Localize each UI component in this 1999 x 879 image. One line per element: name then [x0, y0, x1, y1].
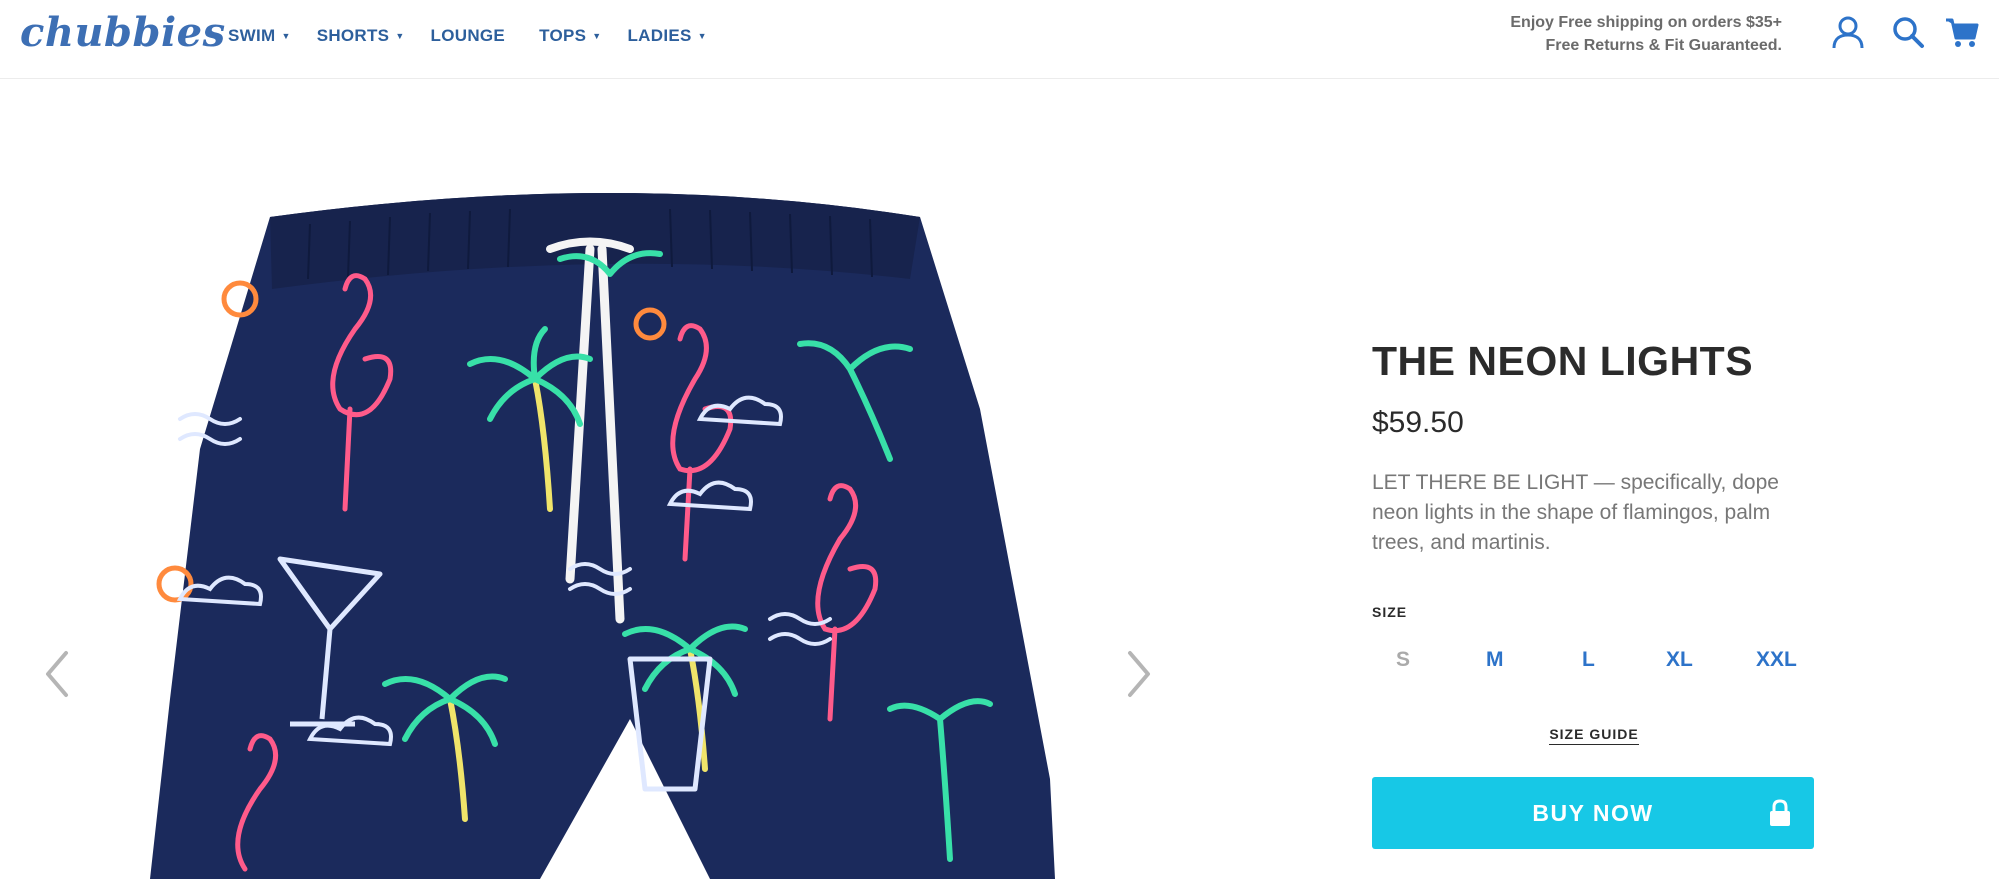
promo-line-2: Free Returns & Fit Guaranteed. — [1545, 37, 1783, 54]
nav-item-label: SWIM — [228, 26, 276, 45]
size-option-xl[interactable]: XL — [1666, 648, 1693, 672]
prev-image-arrow-icon[interactable] — [38, 639, 78, 709]
product-image — [150, 179, 1080, 879]
size-option-l[interactable]: L — [1582, 648, 1595, 672]
buy-now-label: BUY NOW — [1532, 799, 1654, 826]
nav-item-swim[interactable]: SWIM ▼ — [228, 24, 291, 48]
size-option-m[interactable]: M — [1486, 648, 1504, 672]
size-selector: S M L XL XXL — [1372, 648, 1816, 680]
nav-item-label: LADIES — [627, 26, 692, 45]
search-icon[interactable] — [1890, 14, 1926, 50]
product-gallery — [0, 79, 1200, 879]
nav-item-label: TOPS — [539, 26, 587, 45]
next-image-arrow-icon[interactable] — [1118, 639, 1158, 709]
main-nav: SWIM ▼ SHORTS ▼ LOUNGE TOPS ▼ LADIES ▼ — [228, 24, 733, 48]
logo[interactable]: chubbies — [20, 8, 226, 58]
promo-line-1: Enjoy Free shipping on orders $35+ — [1510, 14, 1782, 31]
nav-item-shorts[interactable]: SHORTS ▼ — [317, 24, 405, 48]
nav-item-label: LOUNGE — [430, 26, 506, 45]
size-label: SIZE — [1372, 604, 1408, 620]
caret-down-icon: ▼ — [592, 31, 602, 41]
nav-item-ladies[interactable]: LADIES ▼ — [627, 24, 706, 48]
size-option-xxl[interactable]: XXL — [1756, 648, 1797, 672]
account-icon[interactable] — [1830, 14, 1866, 50]
caret-down-icon: ▼ — [395, 31, 405, 41]
product-description: LET THERE BE LIGHT — specifically, dope … — [1372, 471, 1779, 554]
size-guide: SIZE GUIDE — [1372, 726, 1816, 745]
nav-item-label: SHORTS — [316, 26, 390, 45]
shipping-promo: Enjoy Free shipping on orders $35+ Free … — [1510, 11, 1782, 57]
site-header: chubbies SWIM ▼ SHORTS ▼ LOUNGE TOPS ▼ L… — [0, 0, 1999, 79]
nav-item-lounge[interactable]: LOUNGE — [431, 24, 506, 48]
cart-icon[interactable] — [1944, 14, 1980, 50]
buy-now-button[interactable]: BUY NOW — [1372, 777, 1814, 849]
size-option-s[interactable]: S — [1396, 648, 1410, 672]
lock-icon — [1770, 799, 1790, 826]
nav-item-tops[interactable]: TOPS ▼ — [539, 24, 601, 48]
product-price: $59.50 — [1372, 406, 1464, 439]
caret-down-icon: ▼ — [281, 31, 291, 41]
size-guide-link[interactable]: SIZE GUIDE — [1549, 726, 1639, 745]
product-title: THE NEON LIGHTS — [1372, 338, 1754, 384]
caret-down-icon: ▼ — [697, 31, 707, 41]
